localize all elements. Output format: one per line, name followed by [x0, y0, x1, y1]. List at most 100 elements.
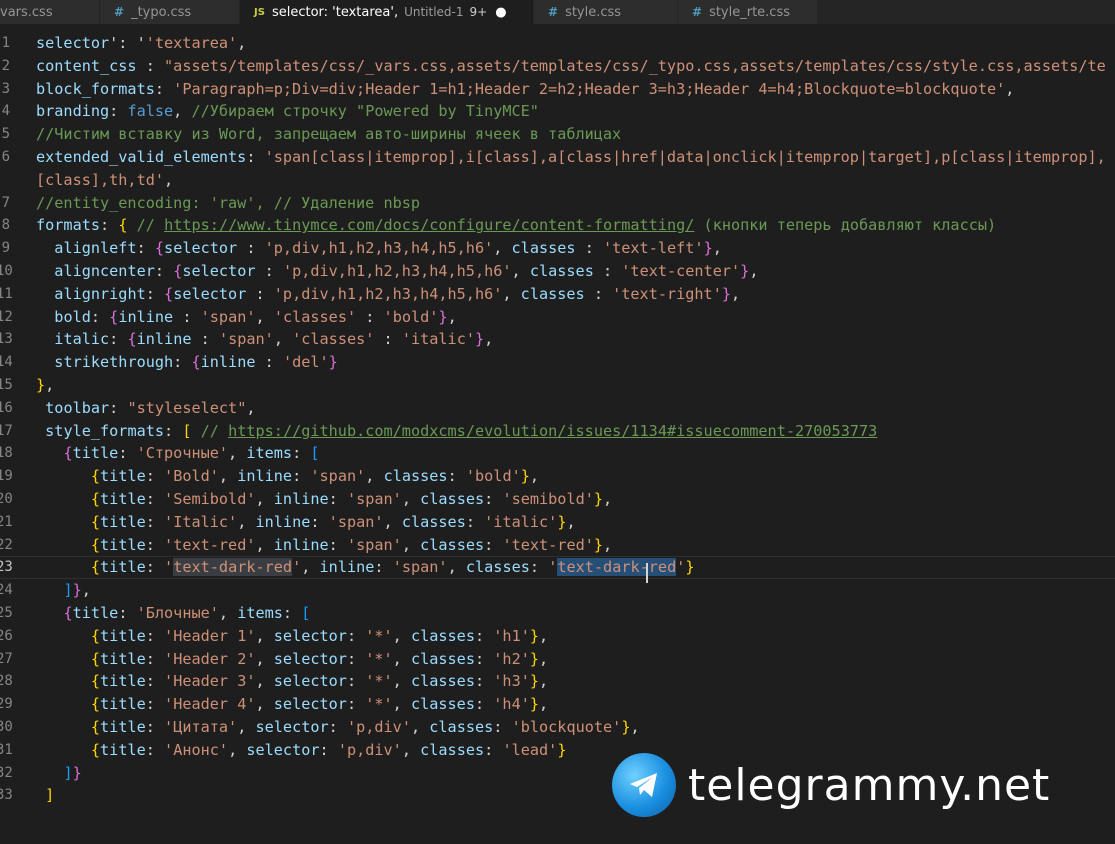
- code-text: strikethrough: {inline : 'del'}: [36, 351, 338, 374]
- code-token: selector: [246, 740, 320, 759]
- line-number: 16: [0, 399, 13, 416]
- code-token: inline: [237, 467, 293, 486]
- code-line[interactable]: 10 aligncenter: {selector : 'p,div,h1,h2…: [0, 260, 1115, 283]
- line-number: 27: [0, 650, 13, 667]
- code-line[interactable]: 15},: [0, 374, 1115, 397]
- code-token: 'blockquote': [511, 718, 622, 736]
- code-token: :: [145, 467, 165, 486]
- code-text: bold: {inline : 'span', 'classes' : 'bol…: [36, 306, 456, 329]
- code-text: extended_valid_elements: 'span[class|ite…: [36, 146, 1106, 169]
- code-token: //Убираем строчку "Powered by TinyMCE": [191, 102, 539, 121]
- code-line[interactable]: 9 alignleft: {selector : 'p,div,h1,h2,h3…: [0, 237, 1115, 260]
- line-number: 29: [0, 696, 13, 713]
- code-token: ,: [603, 490, 613, 508]
- code-token: title: [100, 512, 146, 531]
- code-token: 'span': [218, 330, 274, 349]
- code-token: ,: [255, 626, 274, 645]
- code-line[interactable]: 11 alignright: {selector : 'p,div,h1,h2,…: [0, 283, 1115, 306]
- code-token: ,: [502, 284, 521, 303]
- code-token: title: [100, 672, 146, 691]
- code-token: title: [100, 740, 146, 759]
- code-token: inline: [200, 353, 256, 372]
- tab-2[interactable]: # _typo.css: [100, 0, 240, 24]
- tab-bar: vars.css # _typo.css JS selector: 'textarea'…: [0, 0, 1115, 24]
- code-line[interactable]: 27 {title: 'Header 2', selector: '*', cl…: [0, 648, 1115, 671]
- code-token: selector: [273, 672, 347, 691]
- code-token: {: [164, 284, 174, 303]
- code-token: }: [438, 307, 448, 326]
- code-token: }: [740, 262, 750, 280]
- code-line[interactable]: 21 {title: 'Italic', inline: 'span', cla…: [0, 511, 1115, 534]
- code-line[interactable]: 8 formats: { // https://www.tinymce.com/d…: [0, 214, 1115, 237]
- code-token: ,: [218, 467, 238, 486]
- code-token: //: [136, 216, 165, 235]
- code-token: 'Header 4': [164, 695, 256, 714]
- line-number: 20: [0, 491, 13, 507]
- tab-label: style_rte.css: [709, 4, 791, 20]
- code-token: :: [310, 512, 329, 531]
- code-line[interactable]: 14 strikethrough: {inline : 'del'}: [0, 351, 1115, 374]
- code-line[interactable]: 12 bold: {inline : 'span', 'classes' : '…: [0, 306, 1115, 329]
- code-token: :: [164, 421, 183, 440]
- code-line[interactable]: 20 {title: 'Semibold', inline: 'span', c…: [0, 488, 1115, 511]
- code-line[interactable]: 1 selector': ''textarea',: [0, 32, 1115, 55]
- code-line[interactable]: 6 extended_valid_elements: 'span[class|it…: [0, 146, 1115, 169]
- code-line[interactable]: 4 branding: false, //Убираем строчку "Pow…: [0, 100, 1115, 123]
- code-line-current[interactable]: 23 {title: 'text-dark-red', inline: 'spa…: [0, 556, 1115, 580]
- code-line[interactable]: 29 {title: 'Header 4', selector: '*', cl…: [0, 693, 1115, 716]
- code-line[interactable]: [class],th,td',: [0, 169, 1115, 192]
- code-token: classes: [511, 239, 576, 258]
- code-line[interactable]: 18 {title: 'Строчные', items: [: [0, 442, 1115, 465]
- code-token: toolbar: [45, 398, 110, 417]
- code-token: :: [173, 307, 201, 326]
- tab-1[interactable]: vars.css: [0, 0, 100, 24]
- code-token: title: [100, 558, 146, 577]
- code-line[interactable]: 22 {title: 'text-red', inline: 'span', c…: [0, 534, 1115, 557]
- code-line[interactable]: 5 //Чистим вставку из Word, запрещаем авт…: [0, 123, 1115, 146]
- code-token: ': [548, 558, 558, 577]
- code-token: ,: [255, 490, 274, 508]
- code-token: classes: [410, 672, 475, 691]
- code-token: 'Paragraph=p;Div=div;Header 1=h1;Header …: [173, 79, 1006, 98]
- code-line[interactable]: 16 toolbar: "styleselect",: [0, 397, 1115, 420]
- tab-5[interactable]: # style_rte.css: [678, 0, 818, 24]
- code-line[interactable]: 30 {title: 'Цитата', selector: 'p,div', …: [0, 716, 1115, 739]
- tab-3[interactable]: JS selector: 'textarea', Untitled-1 9+ ●: [240, 0, 534, 24]
- code-line[interactable]: 26 {title: 'Header 1', selector: '*', cl…: [0, 625, 1115, 648]
- code-token: inline: [273, 535, 329, 554]
- code-token: :: [118, 604, 137, 622]
- code-token: {: [90, 535, 101, 554]
- line-number: 25: [0, 605, 13, 621]
- code-token: ,: [447, 558, 466, 577]
- code-text: formats: { // https://www.tinymce.com/do…: [36, 214, 996, 237]
- code-line[interactable]: 19 {title: 'Bold', inline: 'span', class…: [0, 465, 1115, 488]
- tab-4[interactable]: # style.css: [534, 0, 678, 24]
- code-line[interactable]: 2 content_css : "assets/templates/css/_va…: [0, 55, 1115, 78]
- code-line[interactable]: 7 //entity_encoding: 'raw', // Удаление n…: [0, 192, 1115, 215]
- code-token: '*': [365, 626, 393, 645]
- line-number: 24: [0, 582, 13, 599]
- code-token: 'Header 1': [164, 626, 256, 645]
- line-number: 15: [0, 377, 13, 393]
- code-line[interactable]: 28 {title: 'Header 3', selector: '*', cl…: [0, 670, 1115, 693]
- code-token: classes: [529, 262, 594, 280]
- code-token: 'h1': [493, 626, 530, 645]
- code-line[interactable]: 25 {title: 'Блочные', items: [: [0, 602, 1115, 625]
- code-line[interactable]: 13 italic: {inline : 'span', 'classes' :…: [0, 328, 1115, 351]
- code-line[interactable]: 3 block_formats: 'Paragraph=p;Div=div;Hea…: [0, 78, 1115, 101]
- code-token: :: [145, 558, 165, 577]
- code-token: 'span[class|itemprop],i[class],a[class|h…: [264, 148, 1106, 166]
- code-line[interactable]: 17 style_formats: [ // https://github.co…: [0, 420, 1115, 443]
- file-type-icon: #: [548, 5, 559, 19]
- code-editor[interactable]: 1 selector': ''textarea', 2 content_css : "…: [0, 32, 1115, 844]
- code-text: //entity_encoding: 'raw', // Удаление nb…: [36, 192, 420, 215]
- code-token: 'bold': [383, 307, 439, 326]
- code-token: ,: [539, 626, 549, 645]
- code-line[interactable]: 24 ]},: [0, 579, 1115, 602]
- code-text: [class],th,td',: [36, 169, 173, 192]
- code-token: 'Анонс': [164, 740, 229, 759]
- code-token: title: [100, 490, 146, 508]
- line-number: 26: [0, 627, 13, 644]
